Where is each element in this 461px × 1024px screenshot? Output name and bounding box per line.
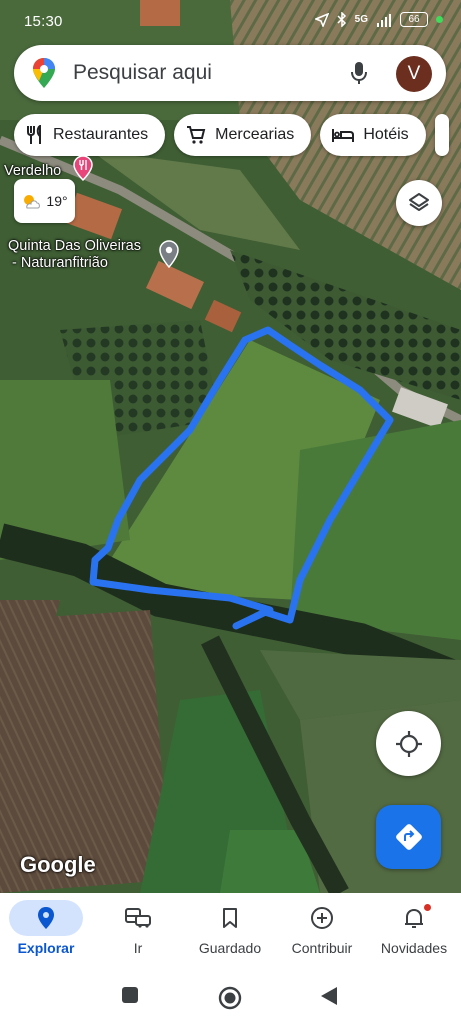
back-icon[interactable] [320,986,338,1006]
chip-label: Mercearias [215,126,295,143]
place-label-quinta[interactable]: Quinta Das Oliveiras - Naturanfitrião [8,238,179,272]
search-input[interactable]: Pesquisar aqui [73,61,212,85]
nav-icon-container [193,900,267,936]
avatar-initial: V [407,63,421,84]
status-time: 15:30 [24,13,63,30]
status-icons: 5G 66 [314,12,443,27]
place-label-verdelho[interactable]: Verdelho [4,155,93,181]
category-chips: Restaurantes Mercearias Hotéis [14,114,449,156]
location-arrow-icon [314,12,329,27]
chip-hoteis[interactable]: Hotéis [320,114,426,156]
layers-icon [409,193,429,211]
nav-icon-container [9,900,83,936]
nav-label: Guardado [198,940,262,956]
battery-level: 66 [408,13,420,25]
network-type: 5G [354,14,368,25]
nav-ir[interactable]: Ir [92,893,184,972]
nav-explorar[interactable]: Explorar [0,893,92,972]
partly-sunny-icon [24,195,41,209]
recent-apps-icon[interactable] [121,986,139,1004]
bed-icon [332,129,355,142]
restaurant-marker-icon[interactable] [72,155,94,181]
search-bar[interactable]: Pesquisar aqui V [14,45,446,101]
google-maps-pin-icon [33,58,55,88]
shopping-cart-icon [187,126,206,144]
bookmark-icon [223,908,237,928]
my-location-button[interactable] [376,711,441,776]
nav-novidades[interactable]: Novidades [368,893,460,972]
place-name-line2: - Naturanfitrião [12,255,108,271]
location-pin-icon [38,907,54,929]
status-bar: 15:30 5G 66 [0,0,461,44]
nav-label: Novidades [380,940,448,956]
fork-knife-icon [27,125,41,144]
nav-label: Ir [133,940,143,956]
nav-label: Explorar [17,940,75,956]
layers-button[interactable] [396,180,442,226]
crosshair-icon [395,730,422,757]
nav-icon-container [101,900,175,936]
place-name: Verdelho [4,163,62,179]
bottom-navigation: Explorar Ir Guardado Contribuir Novidade… [0,893,461,972]
notification-dot [424,904,431,911]
google-attribution: Google [20,852,96,877]
avatar[interactable]: V [396,56,432,92]
place-marker-icon[interactable] [158,240,180,268]
system-navigation-bar [0,972,461,1024]
chip-label: Restaurantes [53,126,149,143]
bell-icon [405,909,423,928]
chip-mercearias[interactable]: Mercearias [174,114,312,156]
nav-icon-container [377,900,451,936]
privacy-indicator-dot [436,16,443,23]
add-circle-icon [311,907,333,929]
place-name: Quinta Das Oliveiras [8,238,141,254]
chip-restaurantes[interactable]: Restaurantes [14,114,166,156]
chip-more[interactable] [434,114,449,156]
microphone-icon[interactable] [350,61,368,85]
battery-icon: 66 [400,12,428,27]
nav-contribuir[interactable]: Contribuir [276,893,368,972]
directions-button[interactable] [376,805,441,869]
weather-badge[interactable]: 19° [14,179,75,223]
temperature: 19° [46,193,68,209]
home-icon[interactable] [218,986,242,1010]
signal-icon [377,13,391,27]
commute-icon [125,908,151,928]
nav-icon-container [285,900,359,936]
nav-label: Contribuir [291,940,353,956]
nav-guardado[interactable]: Guardado [184,893,276,972]
chip-label: Hotéis [363,126,409,143]
directions-icon [395,824,422,850]
bluetooth-icon [337,12,346,27]
